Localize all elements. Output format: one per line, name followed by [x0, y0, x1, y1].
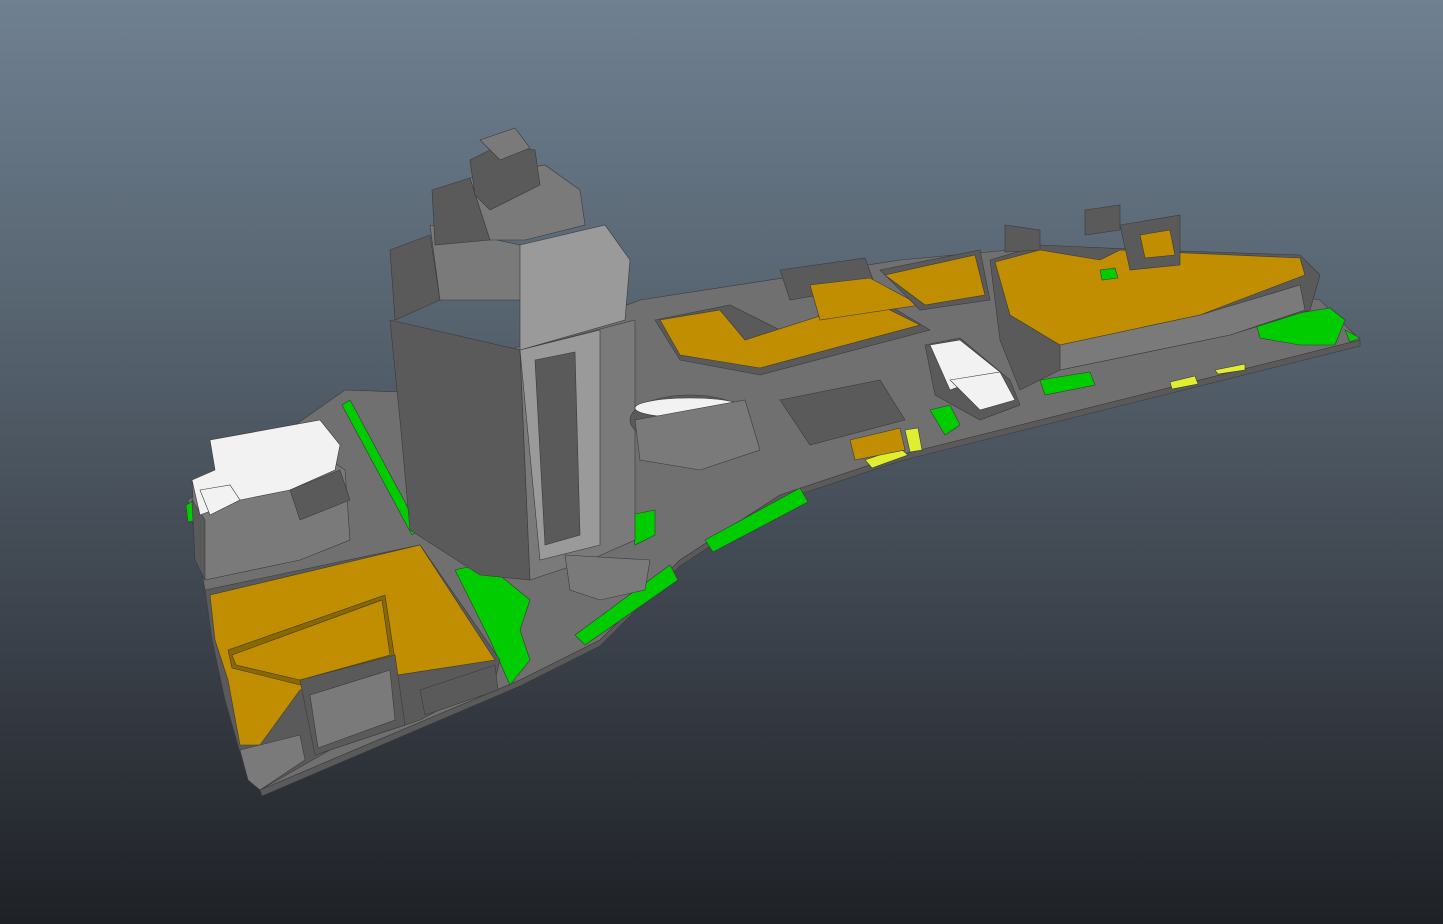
tower	[389, 127, 651, 601]
3d-viewport[interactable]: ground-plate tower west-roof-block white…	[0, 0, 1443, 924]
city-block-model[interactable]	[0, 0, 1443, 924]
